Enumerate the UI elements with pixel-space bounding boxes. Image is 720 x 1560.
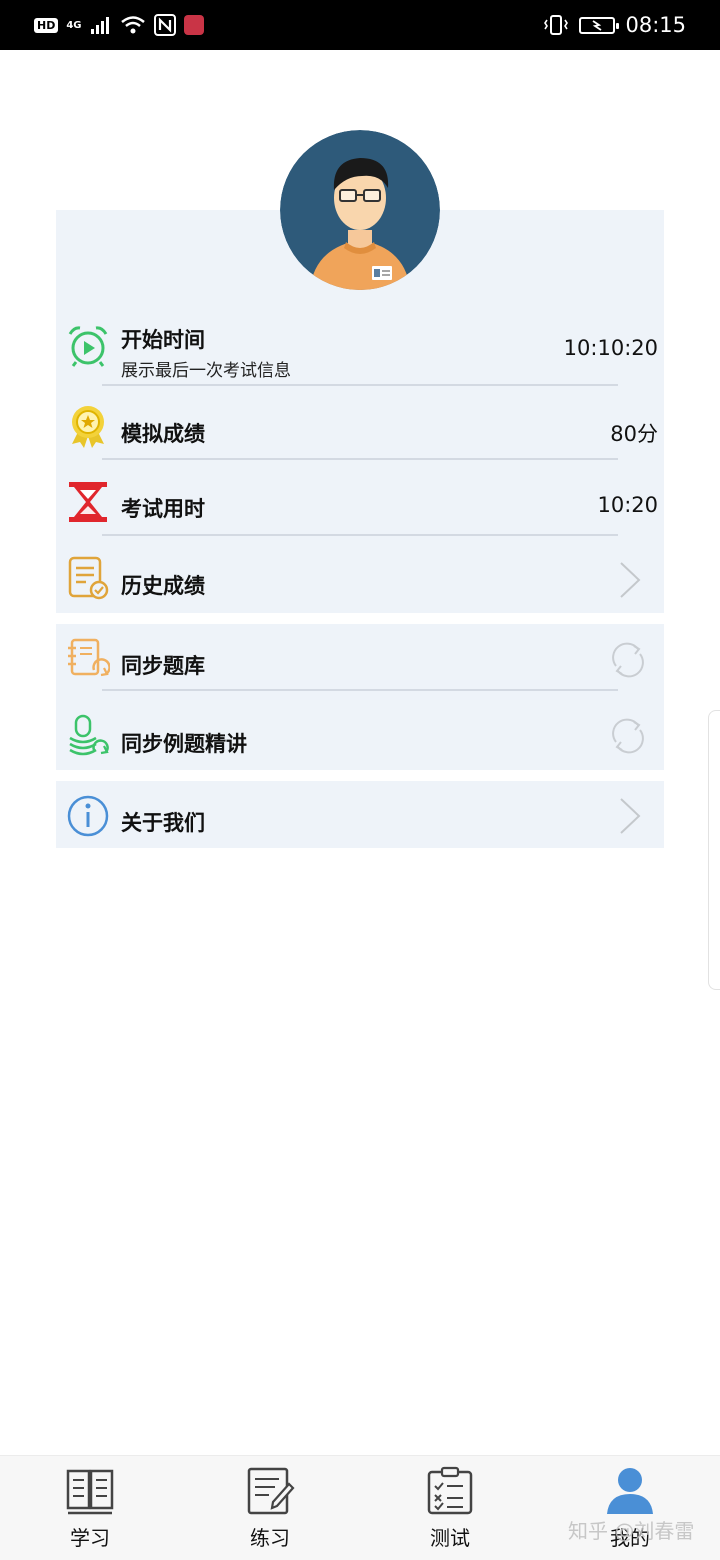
history-score-title: 历史成绩 [121, 574, 205, 598]
sync-card: 同步题库 同步例题精讲 [56, 624, 664, 770]
history-score-row[interactable]: 历史成绩 [56, 548, 664, 613]
vibrate-icon [544, 15, 569, 35]
tab-practice[interactable]: 练习 [180, 1456, 360, 1560]
document-check-icon [68, 556, 109, 600]
watermark: 知乎 @刘春雷 [568, 1519, 695, 1543]
tab-test[interactable]: 测试 [360, 1456, 540, 1560]
edge-handle[interactable] [708, 710, 720, 990]
medal-icon [72, 406, 104, 448]
app-notification-icon [183, 15, 204, 35]
sync-bank-title: 同步题库 [121, 654, 205, 678]
chevron-right-icon [620, 798, 641, 834]
start-time-row[interactable]: 开始时间 展示最后一次考试信息 10:10:20 [56, 318, 664, 396]
exam-duration-row[interactable]: 考试用时 10:20 [56, 472, 664, 548]
tab-label: 练习 [250, 1526, 290, 1550]
exam-duration-title: 考试用时 [121, 497, 205, 521]
clipboard-checklist-icon [427, 1466, 473, 1515]
exam-duration-value: 10:20 [597, 493, 658, 517]
divider [102, 458, 618, 460]
sync-bank-row[interactable]: 同步题库 [56, 624, 664, 702]
mock-score-title: 模拟成绩 [121, 422, 205, 446]
status-bar-right: 08:15 [543, 10, 686, 40]
mock-score-row[interactable]: 模拟成绩 80分 [56, 396, 664, 472]
bottom-nav: 学习 练习 测试 我的 [0, 1455, 720, 1560]
mock-score-value: 80分 [610, 422, 658, 446]
start-time-value: 10:10:20 [563, 336, 658, 360]
wifi-icon [120, 16, 145, 34]
tab-label: 测试 [430, 1526, 470, 1550]
info-icon [67, 795, 109, 837]
nfc-icon [153, 14, 176, 36]
notepad-pencil-icon [247, 1467, 295, 1515]
refresh-icon[interactable] [608, 640, 648, 680]
divider [102, 689, 618, 691]
alarm-clock-play-icon [68, 326, 108, 367]
tab-mine[interactable]: 我的 [540, 1456, 720, 1560]
start-time-title: 开始时间 [121, 328, 205, 352]
tab-label: 学习 [70, 1526, 110, 1550]
signal-icon [90, 17, 109, 34]
about-card: 关于我们 [56, 781, 664, 848]
chevron-right-icon [620, 562, 641, 598]
sync-examples-title: 同步例题精讲 [121, 732, 247, 756]
divider [102, 534, 618, 536]
battery-icon [579, 16, 620, 34]
status-bar: HD 4G 08:15 [0, 0, 720, 50]
microphone-sync-icon [69, 714, 109, 756]
hd-badge: HD [34, 17, 59, 33]
about-us-row[interactable]: 关于我们 [56, 781, 664, 848]
network-type: 4G [66, 19, 82, 31]
about-us-title: 关于我们 [121, 811, 205, 835]
sync-examples-row[interactable]: 同步例题精讲 [56, 702, 664, 770]
person-icon [607, 1468, 653, 1514]
clock: 08:15 [625, 13, 686, 37]
user-avatar-icon[interactable] [280, 130, 440, 290]
divider [102, 384, 618, 386]
refresh-icon[interactable] [608, 716, 648, 756]
status-bar-left: HD 4G [34, 10, 204, 40]
book-icon [66, 1469, 114, 1515]
start-time-subtitle: 展示最后一次考试信息 [121, 361, 291, 381]
tab-study[interactable]: 学习 [0, 1456, 180, 1560]
hourglass-icon [69, 482, 107, 522]
question-bank-sync-icon [68, 638, 110, 677]
